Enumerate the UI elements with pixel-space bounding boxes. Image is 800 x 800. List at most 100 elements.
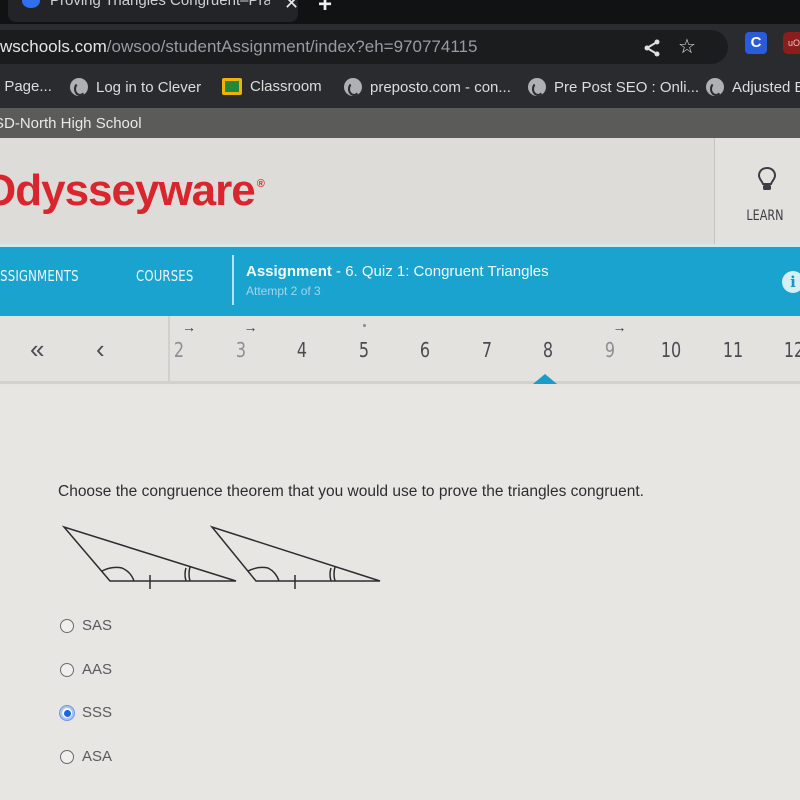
- bookmark-label: preposto.com - con...: [370, 78, 511, 96]
- page-number: 2: [173, 338, 185, 362]
- odysseyware-logo[interactable]: Odysseyware ®: [0, 166, 265, 216]
- bookmark-page[interactable]: , Page...: [0, 78, 52, 95]
- bookmark-label: , Page...: [0, 78, 52, 95]
- browser-tab-strip: Proving Triangles Congruent–Pra ✕ +: [0, 0, 800, 24]
- school-bar: SD-North High School: [0, 108, 800, 138]
- tab-favicon-icon: [22, 0, 40, 8]
- option-label: ASA: [82, 748, 113, 765]
- triangle-right: [209, 525, 381, 589]
- app-header: Odysseyware ® LEARN: [0, 138, 800, 244]
- option-sss[interactable]: SSS: [60, 704, 112, 721]
- option-radio-selected[interactable]: [60, 705, 74, 720]
- question-area: Choose the congruence theorem that you w…: [0, 387, 800, 800]
- triangle-left-angle-arc: [101, 566, 135, 582]
- current-page-indicator: [533, 374, 557, 384]
- nav-assignments[interactable]: ASSIGNMENTS: [0, 267, 79, 285]
- lightbulb-icon: [757, 166, 777, 190]
- page-7-button[interactable]: 7: [472, 316, 512, 376]
- page-9-button[interactable]: 9 →: [595, 316, 635, 376]
- page-4-button[interactable]: 4: [287, 316, 327, 376]
- page-number: 8: [542, 338, 554, 362]
- new-tab-button[interactable]: +: [318, 0, 332, 19]
- page-8-button[interactable]: 8: [533, 316, 573, 376]
- page-number: 4: [296, 338, 308, 362]
- page-12-button[interactable]: 12: [779, 316, 800, 376]
- attempt-info: Attempt 2 of 3: [246, 284, 321, 298]
- address-bar[interactable]: wschools.com/owsoo/studentAssignment/ind…: [0, 30, 728, 64]
- browser-tab[interactable]: Proving Triangles Congruent–Pra ✕: [8, 0, 299, 22]
- triangle-right-double-arc-1: [329, 567, 332, 582]
- triangle-right-shape: [209, 525, 381, 582]
- option-radio[interactable]: [60, 618, 74, 633]
- bookmarks-bar: , Page... Log in to Clever Classroom pre…: [0, 70, 800, 108]
- bookmark-clever[interactable]: Log in to Clever: [70, 78, 201, 96]
- option-sas[interactable]: SAS: [60, 617, 112, 634]
- page-number: 7: [481, 338, 492, 362]
- ublock-extension-icon[interactable]: uO: [783, 32, 800, 54]
- page-11-button[interactable]: 11: [718, 316, 758, 376]
- page-number: 6: [419, 338, 431, 362]
- triangle-left-double-arc-1: [184, 567, 187, 582]
- page-5-button[interactable]: 5: [349, 316, 389, 376]
- page-number: 3: [235, 338, 246, 362]
- school-name: SD-North High School: [0, 115, 142, 132]
- close-tab-icon[interactable]: ✕: [284, 0, 299, 14]
- triangle-right-double-arc-2: [333, 566, 336, 582]
- browser-toolbar: wschools.com/owsoo/studentAssignment/ind…: [0, 24, 800, 70]
- triangles-figure: [61, 525, 381, 589]
- info-icon[interactable]: i: [782, 271, 800, 293]
- option-radio[interactable]: [60, 662, 74, 677]
- assignment-title: Assignment - 6. Quiz 1: Congruent Triang…: [246, 263, 549, 280]
- assignment-name: - 6. Quiz 1: Congruent Triangles: [331, 263, 549, 280]
- page-number: 12: [783, 338, 800, 362]
- bookmark-star-icon[interactable]: ☆: [678, 34, 696, 59]
- bookmark-preposto[interactable]: preposto.com - con...: [344, 78, 511, 96]
- nav-divider: [232, 255, 234, 305]
- bookmark-label: Classroom: [250, 78, 322, 95]
- option-label: SSS: [82, 704, 113, 721]
- page-2-button[interactable]: 2 →: [164, 316, 204, 376]
- globe-icon: [344, 78, 362, 96]
- page-number: 5: [358, 338, 369, 362]
- bookmark-label: Pre Post SEO : Onli...: [554, 78, 700, 96]
- triangle-left: [61, 525, 237, 589]
- option-label: SAS: [82, 617, 113, 634]
- learn-button[interactable]: LEARN: [714, 138, 800, 244]
- share-icon[interactable]: [642, 38, 662, 58]
- bookmark-prepostseo[interactable]: Pre Post SEO : Onli...: [528, 78, 699, 96]
- logo-text: Odysseyware: [0, 166, 256, 215]
- question-pager: « ‹ 2→3→456789→101112: [0, 316, 800, 384]
- page-number: 10: [660, 338, 682, 362]
- previous-page-button[interactable]: ‹: [96, 334, 105, 365]
- bookmark-label: Log in to Clever: [96, 78, 202, 96]
- url-text[interactable]: wschools.com/owsoo/studentAssignment/ind…: [0, 37, 477, 57]
- bookmark-label: Adjusted B: [732, 78, 800, 96]
- globe-icon: [70, 78, 88, 96]
- skipped-arrow-icon: →: [612, 319, 627, 335]
- bookmark-adjusted[interactable]: Adjusted B: [706, 78, 800, 96]
- globe-icon: [706, 78, 724, 96]
- registered-mark: ®: [256, 178, 265, 190]
- assignment-label: Assignment: [246, 263, 332, 280]
- triangle-left-shape: [61, 525, 237, 582]
- page-number: 9: [604, 338, 615, 362]
- option-radio[interactable]: [60, 749, 74, 764]
- page-6-button[interactable]: 6: [410, 316, 450, 376]
- clever-extension-icon[interactable]: C: [745, 32, 767, 54]
- option-label: AAS: [82, 661, 113, 678]
- triangle-left-double-arc-2: [188, 566, 191, 582]
- option-asa[interactable]: ASA: [60, 748, 112, 765]
- learn-label: LEARN: [746, 208, 784, 224]
- tab-title: Proving Triangles Congruent–Pra: [50, 0, 270, 9]
- url-path: /owsoo/studentAssignment/index?eh=970774…: [106, 37, 478, 56]
- first-page-button[interactable]: «: [30, 334, 44, 365]
- nav-courses[interactable]: COURSES: [136, 267, 193, 285]
- bookmark-classroom[interactable]: Classroom: [222, 78, 322, 95]
- page-number: 11: [722, 338, 743, 362]
- page-3-button[interactable]: 3 →: [226, 316, 266, 376]
- globe-icon: [528, 78, 546, 96]
- page-10-button[interactable]: 10: [656, 316, 696, 376]
- url-host: wschools.com: [0, 37, 107, 56]
- option-aas[interactable]: AAS: [60, 661, 112, 678]
- skipped-arrow-icon: →: [243, 319, 258, 335]
